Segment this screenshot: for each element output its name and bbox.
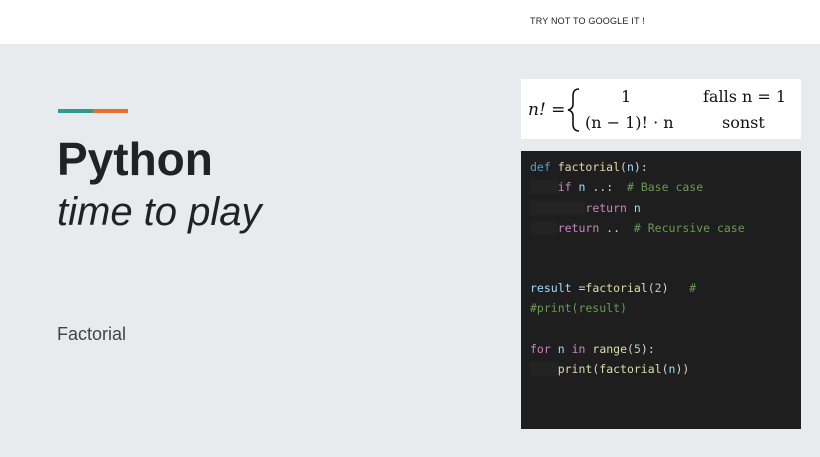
formula-case2-value: (n − 1)! · n — [585, 113, 674, 132]
slide-title: Python — [57, 133, 213, 185]
code-editor: def factorial(n): if n ..: # Base case r… — [521, 151, 801, 429]
formula-brace — [567, 88, 580, 132]
code-line-7: for n in range(5): — [530, 342, 655, 356]
code-line-5: result =factorial(2) # — [530, 281, 697, 295]
top-bar: TRY NOT TO GOOGLE IT ! — [0, 0, 820, 44]
code-line-8: print(factorial(n)) — [530, 361, 689, 377]
code-line-6: #print(result) — [530, 301, 627, 315]
code-line-4: return .. # Recursive case — [530, 220, 745, 236]
code-line-3: return n — [530, 200, 641, 216]
formula-lhs: n! = — [528, 100, 565, 120]
slide-label: Factorial — [57, 324, 127, 344]
code-line-1: def factorial(n): — [530, 160, 648, 174]
accent-teal — [58, 109, 93, 113]
header-tagline: TRY NOT TO GOOGLE IT ! — [530, 16, 645, 26]
slide-subtitle: time to play — [57, 190, 262, 234]
formula-case2-condition: sonst — [722, 113, 765, 132]
formula-case1-condition: falls n = 1 — [703, 87, 786, 106]
formula-case1-value: 1 — [621, 87, 631, 106]
factorial-formula: n! = 1 falls n = 1 (n − 1)! · n sonst — [521, 79, 801, 139]
title-accent-bar — [58, 109, 128, 113]
accent-orange — [93, 109, 128, 113]
code-line-2: if n ..: # Base case — [530, 179, 703, 195]
